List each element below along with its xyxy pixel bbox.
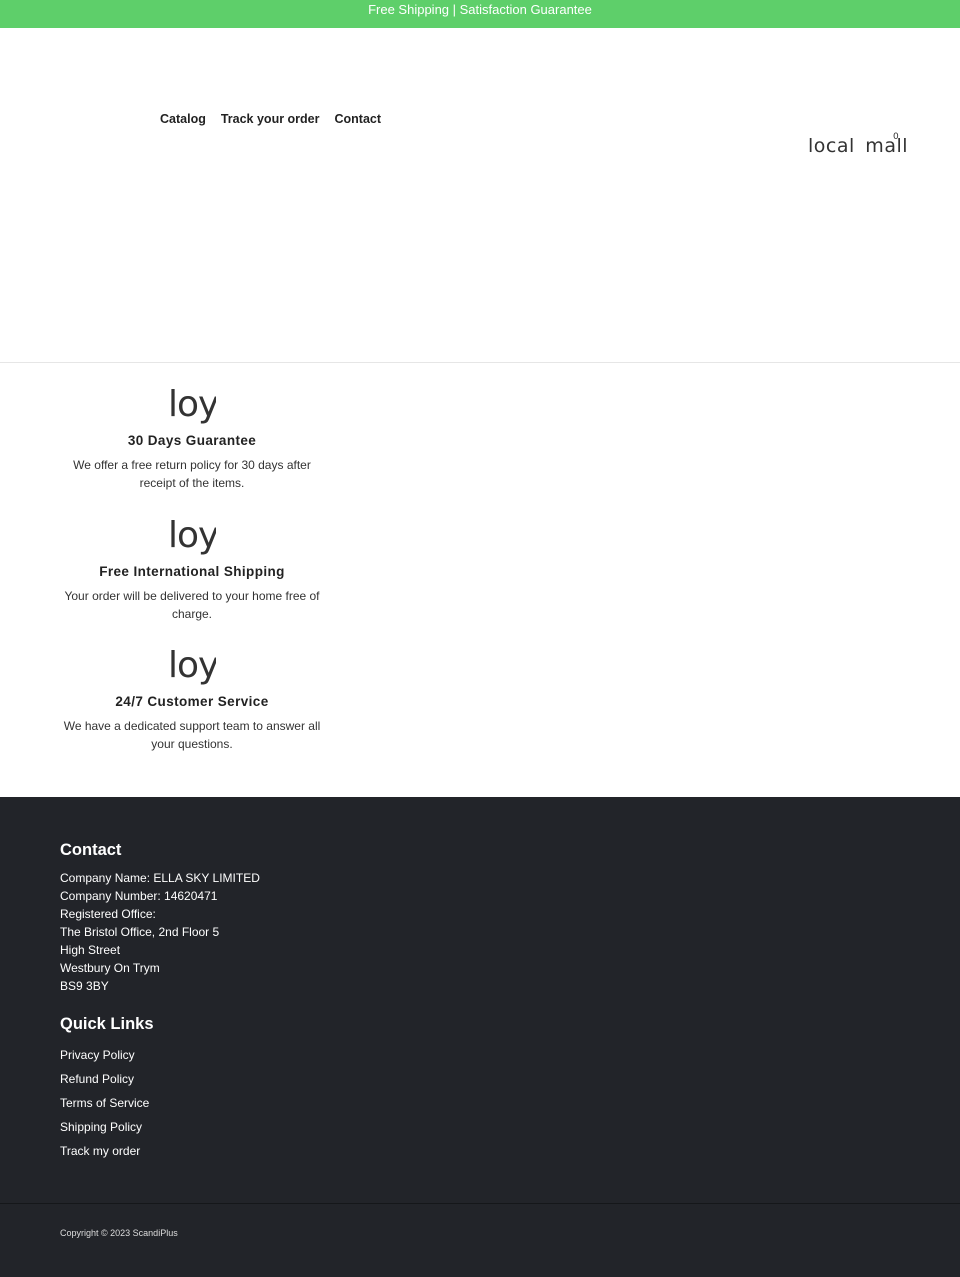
footer-main: Contact Company Name: ELLA SKY LIMITED C… <box>0 797 960 1204</box>
customer-service-icon: loy <box>168 645 216 686</box>
feature-title: Free International Shipping <box>99 563 285 579</box>
site-footer: Contact Company Name: ELLA SKY LIMITED C… <box>0 796 960 1277</box>
nav-track-order[interactable]: Track your order <box>221 112 320 126</box>
guarantee-icon: loy <box>168 384 216 425</box>
footer-contact: Contact Company Name: ELLA SKY LIMITED C… <box>60 841 900 995</box>
privacy-policy-link[interactable]: Privacy Policy <box>60 1043 900 1067</box>
track-my-order-link[interactable]: Track my order <box>60 1139 900 1163</box>
registered-office-label: Registered Office: <box>60 906 156 921</box>
feature-title: 24/7 Customer Service <box>115 694 269 709</box>
feature-text: We offer a free return policy for 30 day… <box>73 458 311 490</box>
footer-bottom: Copyright © 2023 ScandiPlus <box>0 1204 960 1277</box>
feature-item: loy Free International Shipping Your ord… <box>60 514 324 645</box>
address-line: The Bristol Office, 2nd Floor 5 <box>60 924 220 939</box>
refund-policy-link[interactable]: Refund Policy <box>60 1067 900 1091</box>
copyright-text: Copyright © 2023 ScandiPlus <box>60 1227 178 1238</box>
feature-text: Your order will be delivered to your hom… <box>64 588 320 621</box>
nav-contact[interactable]: Contact <box>335 112 382 126</box>
site-header: Catalog Track your order Contact local m… <box>0 28 960 363</box>
feature-item: loy 24/7 Customer Service We have a dedi… <box>60 644 324 775</box>
address-line: High Street <box>60 942 121 957</box>
company-name: Company Name: ELLA SKY LIMITED <box>60 870 260 885</box>
postcode: BS9 3BY <box>60 978 109 993</box>
company-number: Company Number: 14620471 <box>60 888 218 903</box>
feature-item: loy 30 Days Guarantee We offer a free re… <box>60 383 324 514</box>
quick-links-heading: Quick Links <box>60 1014 154 1033</box>
shipping-policy-link[interactable]: Shipping Policy <box>60 1115 900 1139</box>
announcement-text: Free Shipping | Satisfaction Guarantee <box>368 2 592 17</box>
contact-heading: Contact <box>60 840 122 859</box>
address-line: Westbury On Trym <box>60 960 160 975</box>
shipping-icon: loy <box>168 514 216 556</box>
announcement-bar: Free Shipping | Satisfaction Guarantee <box>0 0 960 28</box>
feature-title: 30 Days Guarantee <box>127 433 257 448</box>
terms-of-service-link[interactable]: Terms of Service <box>60 1091 900 1115</box>
feature-text: We have a dedicated support team to answ… <box>63 719 321 751</box>
cart-count-badge[interactable]: 0 <box>893 132 899 142</box>
main-nav: Catalog Track your order Contact <box>160 112 381 126</box>
nav-catalog[interactable]: Catalog <box>160 112 206 126</box>
features-section: loy 30 Days Guarantee We offer a free re… <box>60 363 324 797</box>
footer-quick-links: Quick Links Privacy Policy Refund Policy… <box>60 1015 900 1163</box>
